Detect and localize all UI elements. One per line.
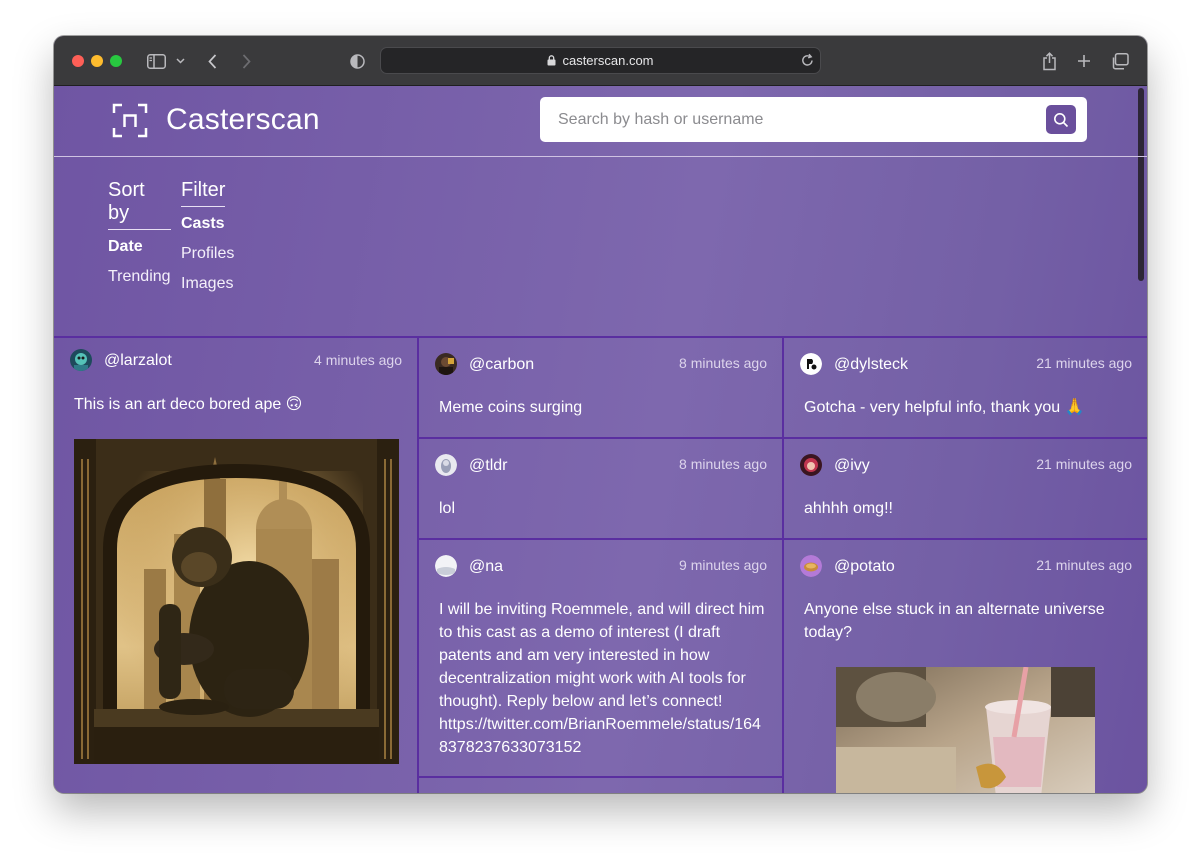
sort-option-date[interactable]: Date [108,239,171,255]
cast-feed: @larzalot 4 minutes ago This is an art d… [54,336,1147,793]
cast-timestamp: 21 minutes ago [1036,355,1132,371]
cast-card[interactable] [419,778,784,793]
search-icon [1054,112,1069,127]
cast-timestamp: 21 minutes ago [1036,557,1132,573]
avatar[interactable] [70,349,92,371]
share-icon[interactable] [1040,50,1058,72]
sidebar-icon[interactable] [146,50,166,72]
search-input[interactable] [540,97,1030,142]
cast-username[interactable]: @tldr [469,457,507,475]
avatar[interactable] [800,454,822,476]
cast-username[interactable]: @ivy [834,457,870,475]
sort-heading: Sort by [108,179,171,230]
avatar[interactable] [800,555,822,577]
cast-timestamp: 4 minutes ago [314,352,402,368]
cast-text: Anyone else stuck in an alternate univer… [804,601,1105,641]
avatar[interactable] [435,353,457,375]
browser-window: casterscan.com Casterscan Search by hash… [54,36,1147,793]
avatar[interactable] [435,454,457,476]
cast-timestamp: 8 minutes ago [679,456,767,472]
filter-heading: Filter [181,179,226,207]
search-box [540,97,1087,142]
cast-text: lol [439,500,456,517]
cast-card[interactable]: @dylsteck 21 minutes ago Gotcha - very h… [784,338,1147,439]
cast-text: ahhhh omg!! [804,500,893,517]
search-button[interactable] [1046,105,1076,134]
cast-username[interactable]: @na [469,558,503,576]
reload-icon[interactable] [801,53,814,67]
sort-option-trending[interactable]: Trending [108,269,171,285]
browser-toolbar: casterscan.com [54,36,1147,86]
close-window-button[interactable] [72,55,84,67]
cast-timestamp: 8 minutes ago [679,355,767,371]
cast-username[interactable]: @dylsteck [834,356,908,374]
cast-username[interactable]: @larzalot [104,352,172,370]
page-content: Casterscan Sort by Date Trending Filter … [54,86,1147,793]
cast-image[interactable] [74,439,399,764]
brand-title[interactable]: Casterscan [166,103,320,137]
sort-menu: Sort by Date Trending [108,179,171,285]
cast-text: Gotcha - very helpful info, thank you 🙏 [804,399,1085,416]
avatar[interactable] [435,555,457,577]
cast-card[interactable]: @potato 21 minutes ago Anyone else stuck… [784,540,1147,793]
lock-icon [547,55,556,66]
cast-card[interactable]: @larzalot 4 minutes ago This is an art d… [54,338,419,793]
cast-image[interactable] [836,667,1095,793]
filter-option-profiles[interactable]: Profiles [181,246,234,262]
cast-timestamp: 21 minutes ago [1036,456,1132,472]
minimize-window-button[interactable] [91,55,103,67]
site-header: Casterscan [54,86,1147,157]
tab-overview-icon[interactable] [1110,50,1130,72]
url-text: casterscan.com [562,53,654,68]
cast-username[interactable]: @carbon [469,356,534,374]
address-bar[interactable]: casterscan.com [380,47,821,74]
forward-icon[interactable] [238,50,254,72]
cast-card[interactable]: @tldr 8 minutes ago lol [419,439,784,540]
cast-card[interactable]: @carbon 8 minutes ago Meme coins surging [419,338,784,439]
cast-card[interactable]: @na 9 minutes ago I will be inviting Roe… [419,540,784,778]
cast-username[interactable]: @potato [834,558,895,576]
zoom-window-button[interactable] [110,55,122,67]
new-tab-icon[interactable] [1075,50,1093,72]
chevron-down-icon[interactable] [174,50,186,72]
filter-option-casts[interactable]: Casts [181,216,234,232]
cast-text: I will be inviting Roemmele, and will di… [439,601,765,756]
cast-text: Meme coins surging [439,399,583,416]
cast-timestamp: 9 minutes ago [679,557,767,573]
privacy-shield-icon[interactable] [348,50,366,72]
filter-menu: Filter Casts Profiles Images [181,179,234,292]
avatar[interactable] [800,353,822,375]
cast-card[interactable]: @ivy 21 minutes ago ahhhh omg!! [784,439,1147,540]
cast-text: This is an art deco bored ape 🙃 [74,396,303,413]
filter-option-images[interactable]: Images [181,276,234,292]
back-icon[interactable] [204,50,220,72]
casterscan-logo-icon[interactable] [112,103,148,138]
